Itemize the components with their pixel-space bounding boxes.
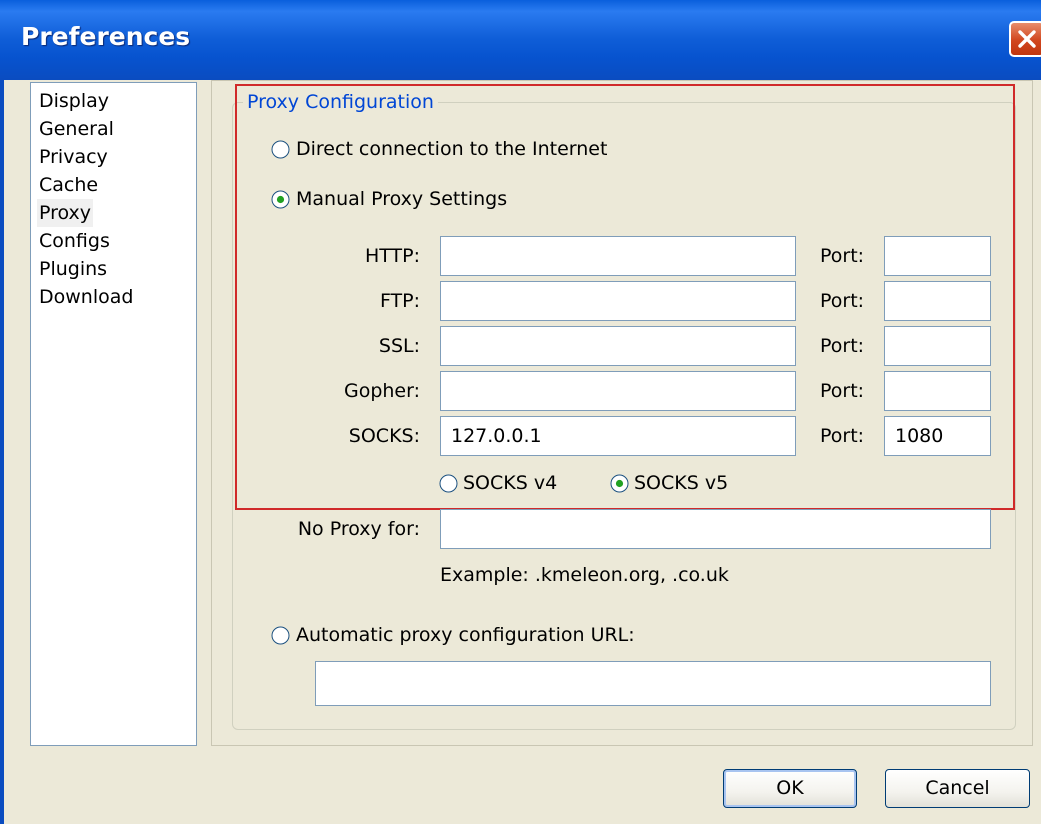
gopher-label: Gopher:	[343, 380, 420, 402]
ssl-input[interactable]	[440, 326, 796, 366]
http-port-input[interactable]	[884, 236, 991, 276]
http-label: HTTP:	[364, 245, 420, 267]
category-list: Display General Privacy Cache Proxy Conf…	[30, 82, 197, 746]
sidebar-item-display[interactable]: Display	[37, 87, 111, 115]
sidebar-item-privacy[interactable]: Privacy	[37, 143, 110, 171]
close-button[interactable]	[1009, 21, 1041, 57]
auto-proxy-label[interactable]: Automatic proxy configuration URL:	[296, 623, 635, 647]
socks-v4-radio[interactable]	[439, 474, 458, 493]
socks-v5-label[interactable]: SOCKS v5	[634, 471, 728, 495]
socks-label: SOCKS:	[348, 425, 420, 447]
window-left-border	[0, 80, 4, 824]
sidebar-item-proxy[interactable]: Proxy	[37, 199, 94, 227]
ssl-label: SSL:	[378, 335, 420, 357]
socks-input[interactable]	[440, 416, 796, 456]
sidebar-item-plugins[interactable]: Plugins	[37, 255, 109, 283]
direct-connection-label[interactable]: Direct connection to the Internet	[296, 137, 607, 161]
title-bar: Preferences	[0, 0, 1041, 80]
sidebar-item-download[interactable]: Download	[37, 283, 135, 311]
ssl-port-label: Port:	[820, 335, 865, 357]
socks-v5-radio[interactable]	[610, 474, 629, 493]
auto-proxy-url-input[interactable]	[315, 661, 991, 706]
ftp-label: FTP:	[379, 290, 420, 312]
manual-proxy-label[interactable]: Manual Proxy Settings	[296, 187, 507, 211]
gopher-input[interactable]	[440, 371, 796, 411]
no-proxy-label: No Proxy for:	[297, 518, 420, 540]
socks-v4-label[interactable]: SOCKS v4	[463, 471, 557, 495]
sidebar-item-configs[interactable]: Configs	[37, 227, 112, 255]
ok-button[interactable]: OK	[723, 769, 857, 808]
gopher-port-input[interactable]	[884, 371, 991, 411]
ssl-port-input[interactable]	[884, 326, 991, 366]
sidebar-item-cache[interactable]: Cache	[37, 171, 100, 199]
auto-proxy-radio[interactable]	[271, 626, 290, 645]
http-port-label: Port:	[820, 245, 865, 267]
close-icon	[1018, 30, 1036, 48]
direct-connection-radio[interactable]	[271, 140, 290, 159]
groupbox-title: Proxy Configuration	[243, 90, 438, 114]
window-title: Preferences	[21, 22, 191, 51]
socks-port-label: Port:	[820, 425, 865, 447]
http-input[interactable]	[440, 236, 796, 276]
ftp-port-label: Port:	[820, 290, 865, 312]
manual-proxy-radio[interactable]	[271, 190, 290, 209]
sidebar-item-general[interactable]: General	[37, 115, 116, 143]
ftp-input[interactable]	[440, 281, 796, 321]
no-proxy-example: Example: .kmeleon.org, .co.uk	[440, 564, 729, 586]
no-proxy-input[interactable]	[440, 509, 991, 549]
gopher-port-label: Port:	[820, 380, 865, 402]
socks-port-input[interactable]	[884, 416, 991, 456]
cancel-button[interactable]: Cancel	[885, 769, 1030, 808]
ftp-port-input[interactable]	[884, 281, 991, 321]
